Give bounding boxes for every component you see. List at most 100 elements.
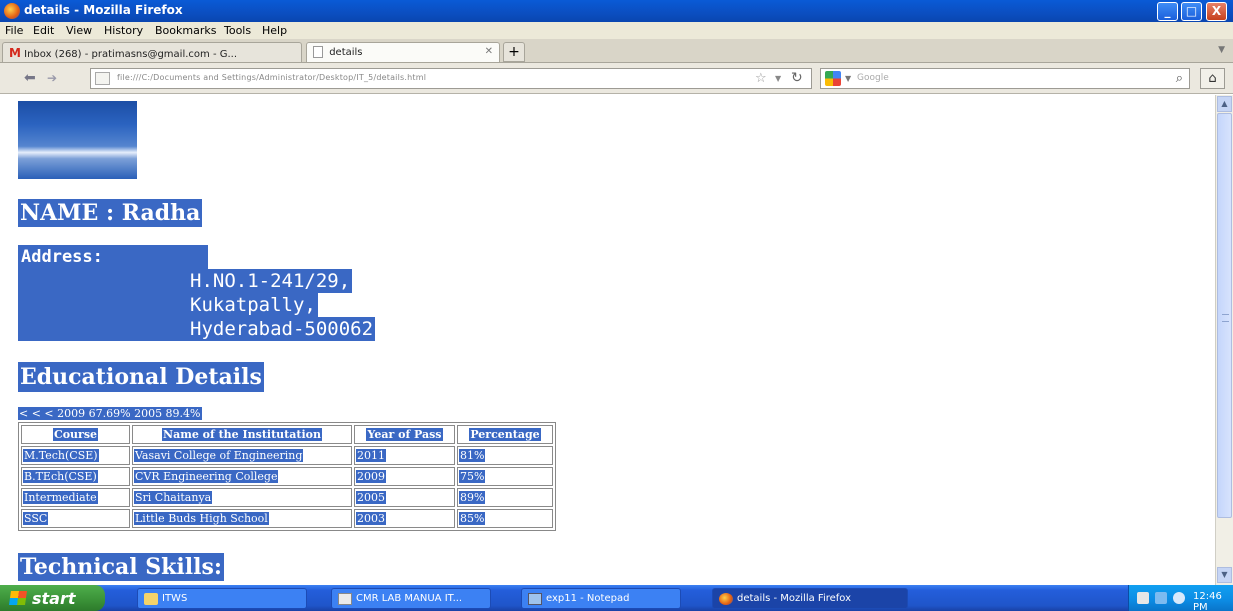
page-icon	[313, 46, 323, 58]
table-row: M.Tech(CSE) Vasavi College of Engineerin…	[21, 446, 553, 465]
taskbar-item-firefox[interactable]: details - Mozilla Firefox	[712, 588, 908, 609]
table-row: SSC Little Buds High School 2003 85%	[21, 509, 553, 528]
menu-bookmarks[interactable]: Bookmarks	[155, 24, 216, 37]
menu-file[interactable]: File	[5, 24, 23, 37]
education-table: Course Name of the Institutation Year of…	[18, 422, 556, 531]
taskbar-item-notepad[interactable]: exp11 - Notepad	[521, 588, 681, 609]
stray-text: < < < 2009 67.69% 2005 89.4%	[18, 407, 202, 420]
table-cell: 89%	[457, 488, 553, 507]
column-header: Year of Pass	[354, 425, 455, 444]
table-cell: 75%	[457, 467, 553, 486]
taskbar-item-label: CMR LAB MANUA IT...	[356, 593, 463, 604]
window-title: details - Mozilla Firefox	[24, 3, 183, 17]
google-icon[interactable]	[825, 71, 841, 86]
search-input[interactable]: Google	[857, 73, 889, 83]
table-cell: Little Buds High School	[132, 509, 352, 528]
table-header-row: Course Name of the Institutation Year of…	[21, 425, 553, 444]
document-icon	[338, 593, 352, 605]
firefox-icon	[719, 593, 733, 605]
network-icon[interactable]	[1137, 592, 1149, 604]
url-dropdown-icon[interactable]: ▼	[775, 74, 781, 83]
taskbar-item-lab-manual[interactable]: CMR LAB MANUA IT...	[331, 588, 491, 609]
bookmark-star-icon[interactable]: ☆	[755, 71, 767, 86]
menu-bar: File Edit View History Bookmarks Tools H…	[0, 22, 1233, 39]
table-cell: 2009	[354, 467, 455, 486]
start-label: start	[32, 589, 76, 608]
navigation-bar: ⬅ ➔ file:///C:/Documents and Settings/Ad…	[0, 63, 1233, 94]
gmail-icon: M	[9, 46, 21, 60]
search-engine-dropdown-icon[interactable]: ▼	[845, 74, 851, 83]
speaker-icon[interactable]	[1173, 592, 1185, 604]
new-tab-button[interactable]: +	[503, 42, 525, 62]
name-heading: NAME : Radha	[18, 199, 203, 227]
column-header: Percentage	[457, 425, 553, 444]
clock: 12:46 PM	[1193, 591, 1222, 611]
menu-history[interactable]: History	[104, 24, 143, 37]
table-cell: CVR Engineering College	[132, 467, 352, 486]
table-cell: Intermediate	[21, 488, 130, 507]
table-row: B.TEch(CSE) CVR Engineering College 2009…	[21, 467, 553, 486]
site-identity-icon[interactable]	[95, 72, 110, 85]
address-block: Address:	[18, 245, 208, 341]
table-cell: Sri Chaitanya	[132, 488, 352, 507]
notepad-icon	[528, 593, 542, 605]
table-cell: M.Tech(CSE)	[21, 446, 130, 465]
window-titlebar: details - Mozilla Firefox _ □ X	[0, 0, 1233, 22]
home-button[interactable]: ⌂	[1200, 68, 1225, 89]
minimize-button[interactable]: _	[1157, 2, 1178, 21]
url-text[interactable]: file:///C:/Documents and Settings/Admini…	[117, 73, 426, 82]
reload-icon[interactable]: ↻	[791, 70, 803, 86]
search-icon[interactable]: ⌕	[1176, 71, 1183, 86]
menu-tools[interactable]: Tools	[224, 24, 251, 37]
scrollbar-thumb[interactable]	[1217, 113, 1232, 518]
table-cell: 2005	[354, 488, 455, 507]
profile-photo	[18, 101, 137, 179]
close-tab-icon[interactable]: ✕	[485, 46, 493, 57]
tab-bar: M Inbox (268) - pratimasns@gmail.com - G…	[0, 39, 1233, 63]
tab-details[interactable]: details ✕	[306, 42, 500, 62]
menu-help[interactable]: Help	[262, 24, 287, 37]
column-header: Course	[21, 425, 130, 444]
address-line-3: Hyderabad-500062	[188, 317, 376, 341]
start-button[interactable]: start	[0, 585, 105, 611]
windows-taskbar: start ITWS CMR LAB MANUA IT... exp11 - N…	[0, 585, 1233, 611]
table-cell: 2003	[354, 509, 455, 528]
taskbar-item-label: exp11 - Notepad	[546, 593, 630, 604]
back-button[interactable]: ⬅	[24, 70, 36, 86]
education-heading: Educational Details	[18, 362, 264, 392]
windows-logo-icon	[9, 591, 27, 605]
system-tray: 12:46 PM	[1128, 585, 1233, 611]
scroll-up-chevron-icon[interactable]: ▲	[1217, 96, 1232, 112]
table-cell: 85%	[457, 509, 553, 528]
tab-list-chevron-icon[interactable]: ▼	[1218, 45, 1225, 55]
table-cell: 2011	[354, 446, 455, 465]
table-cell: SSC	[21, 509, 130, 528]
taskbar-item-itws[interactable]: ITWS	[137, 588, 307, 609]
folder-icon	[144, 593, 158, 605]
taskbar-item-label: ITWS	[162, 593, 188, 604]
address-label: Address:	[18, 245, 208, 341]
usb-icon[interactable]	[1155, 592, 1167, 604]
menu-edit[interactable]: Edit	[33, 24, 54, 37]
vertical-scrollbar[interactable]: ▲ ▼	[1215, 95, 1233, 585]
search-bar[interactable]: ▼ Google ⌕	[820, 68, 1190, 89]
scroll-down-chevron-icon[interactable]: ▼	[1217, 567, 1232, 583]
grip-icon	[1222, 314, 1229, 322]
page-content: NAME : Radha Address: H.NO.1-241/29, Kuk…	[0, 95, 1215, 585]
table-row: Intermediate Sri Chaitanya 2005 89%	[21, 488, 553, 507]
table-cell: 81%	[457, 446, 553, 465]
address-bar[interactable]: file:///C:/Documents and Settings/Admini…	[90, 68, 812, 89]
tab-inbox[interactable]: M Inbox (268) - pratimasns@gmail.com - G…	[2, 42, 302, 62]
close-button[interactable]: X	[1206, 2, 1227, 21]
address-line-1: H.NO.1-241/29,	[188, 269, 353, 293]
forward-button[interactable]: ➔	[47, 71, 57, 85]
table-cell: Vasavi College of Engineering	[132, 446, 352, 465]
address-line-2: Kukatpally,	[188, 293, 318, 317]
maximize-button[interactable]: □	[1181, 2, 1202, 21]
column-header: Name of the Institutation	[132, 425, 352, 444]
tab-label: Inbox (268) - pratimasns@gmail.com - G..…	[24, 49, 238, 60]
tab-label: details	[329, 47, 363, 58]
taskbar-item-label: details - Mozilla Firefox	[737, 593, 852, 604]
firefox-icon	[4, 3, 20, 19]
menu-view[interactable]: View	[66, 24, 92, 37]
